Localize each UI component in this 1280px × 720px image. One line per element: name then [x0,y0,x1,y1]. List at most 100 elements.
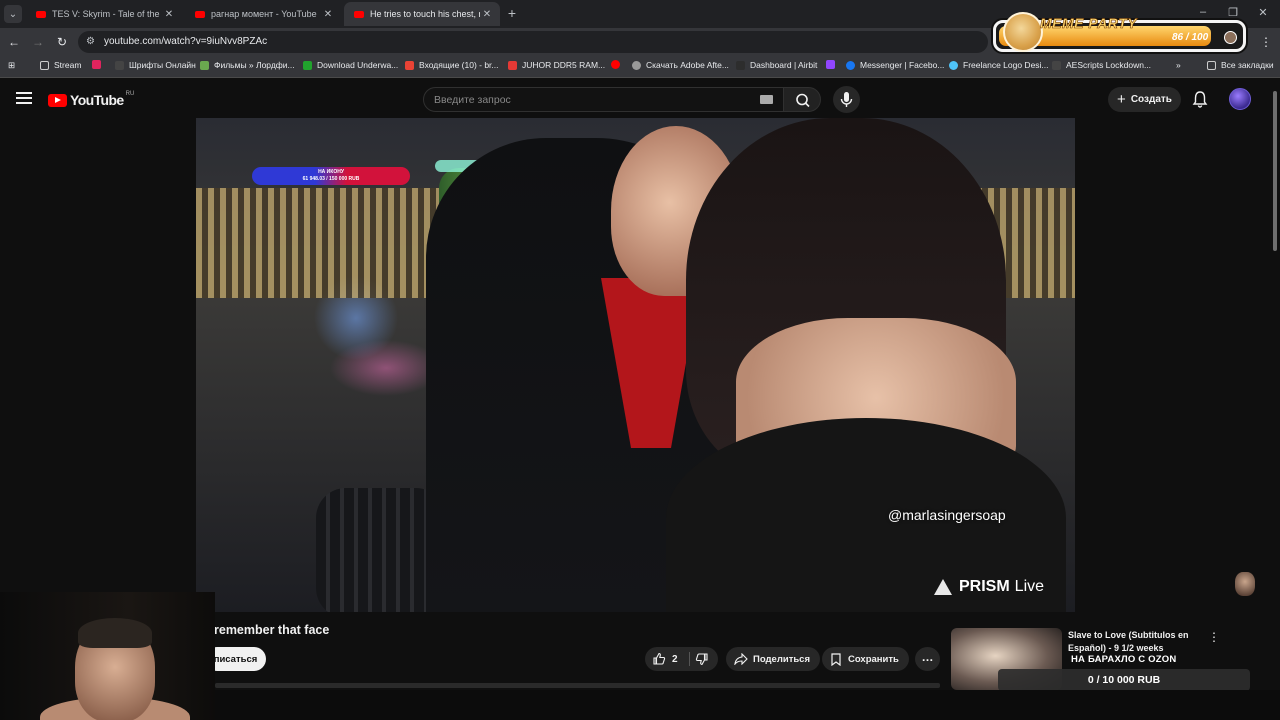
all-bookmarks-label: Все закладки [1221,60,1274,70]
bookmark-item[interactable]: Шрифты Онлайн [115,60,196,70]
tab-search-icon[interactable]: ⌄ [4,5,22,23]
streamer-webcam [0,592,215,720]
bookmark-label: Messenger | Facebo... [860,60,945,70]
bookmark-favicon-icon [949,60,958,70]
bookmark-item[interactable] [826,60,840,69]
scrollbar-thumb[interactable] [1273,91,1277,251]
watermark-handle: @marlasingersoap [888,507,1006,523]
youtube-logo[interactable]: YouTube RU [48,91,135,108]
site-info-icon[interactable]: ⚙ [86,36,95,47]
browser-tab[interactable]: TES V: Skyrim - Tale of the Tongues ✕ [26,2,182,26]
prism-logo-icon [934,579,952,595]
address-bar[interactable]: ⚙ youtube.com/watch?v=9iuNvv8PZAc [78,31,988,53]
recommended-video-menu-icon[interactable]: ⋮ [1208,630,1220,644]
bookmark-item[interactable]: Messenger | Facebo... [846,60,944,70]
bookmark-label: Шрифты Онлайн [129,60,196,70]
reload-icon[interactable]: ↻ [54,34,70,50]
back-icon[interactable]: ← [6,34,22,50]
search-button[interactable] [783,87,821,112]
folder-icon [1207,60,1216,70]
tab-title: рагнар момент - YouTube [211,9,317,19]
bookmark-favicon-icon [508,60,517,70]
page-bottom [215,690,1280,720]
webcam-hair [78,618,152,648]
bookmark-favicon-icon [115,60,124,70]
bookmark-label: Freelance Logo Desi... [963,60,1049,70]
close-tab-icon[interactable]: ✕ [162,9,176,20]
notifications-bell-icon[interactable] [1192,90,1208,108]
bookmark-item[interactable]: JUHOR DDR5 RAM... [508,60,605,70]
like-icon[interactable] [652,652,666,666]
bookmark-item[interactable] [611,60,625,69]
search-input[interactable]: Введите запрос [423,87,784,112]
restore-icon[interactable]: ❐ [1218,6,1248,19]
share-label: Поделиться [753,653,811,665]
region-code: RU [125,91,135,97]
bookmark-item[interactable]: AEScripts Lockdown... [1052,60,1151,70]
bookmark-favicon-icon [632,60,641,70]
folder-icon [40,60,49,70]
share-icon [734,653,748,665]
save-button[interactable]: Сохранить [822,647,909,671]
plus-icon: + [1117,91,1126,108]
twitch-icon [826,60,835,69]
forward-icon[interactable]: → [30,34,46,50]
like-dislike-group: 2 [645,647,718,671]
close-tab-icon[interactable]: ✕ [480,9,494,20]
youtube-wordmark: YouTube [70,92,124,108]
page-scrollbar[interactable] [1270,79,1280,690]
bookmark-item[interactable]: Download Underwa... [303,60,398,70]
voice-search-button[interactable] [833,86,860,113]
tab-title: He tries to touch his chest, remember th… [370,9,480,19]
create-button[interactable]: + Создать [1108,87,1181,112]
keyboard-icon[interactable] [760,95,773,104]
bookmark-favicon-icon [200,60,209,70]
bookmark-item[interactable]: Stream [40,60,81,70]
bookmark-item[interactable] [92,60,106,69]
microphone-icon [840,92,853,107]
bookmark-item[interactable]: Входящие (10) - br... [405,60,499,70]
tab-title: TES V: Skyrim - Tale of the Tongues [52,9,162,19]
all-bookmarks[interactable]: Все закладки [1207,60,1274,70]
minimize-icon[interactable]: – [1188,6,1218,18]
close-tab-icon[interactable]: ✕ [321,9,335,20]
apps-grid-icon[interactable]: ⊞ [8,60,15,71]
browser-menu-icon[interactable]: ⋮ [1258,34,1274,50]
save-icon [831,652,841,666]
bookmark-label: JUHOR DDR5 RAM... [522,60,606,70]
url-text: youtube.com/watch?v=9iuNvv8PZAc [104,36,268,47]
share-button[interactable]: Поделиться [726,647,821,671]
new-tab-icon[interactable]: + [505,5,519,21]
account-avatar[interactable] [1229,88,1251,110]
bookmark-item[interactable]: Скачать Adobe Afte... [632,60,729,70]
youtube-favicon-icon [195,10,205,18]
doge-icon [1003,12,1043,52]
youtube-favicon-icon [354,10,364,18]
bookmark-favicon-icon [736,60,745,70]
more-actions-button[interactable]: … [915,647,940,671]
donation-goal-amount: 61 948.03 / 150 000 RUB [302,176,360,182]
bookmark-item[interactable]: Dashboard | Airbit [736,60,817,70]
close-window-icon[interactable]: ✕ [1248,6,1278,19]
ozon-goal-amount: 0 / 10 000 RUB [998,669,1250,691]
youtube-favicon-icon [611,60,620,69]
create-label: Создать [1130,94,1172,105]
bookmark-item[interactable]: Фильмы » Лордфи... [200,60,295,70]
prism-live-text: Live [1014,578,1045,595]
dislike-icon[interactable] [695,652,709,666]
prism-live-watermark: PRISM Live [934,578,1044,596]
more-bookmarks-icon[interactable]: » [1176,60,1181,70]
recommended-video-title[interactable]: Slave to Love (Subtitulos en Español) - … [1068,629,1198,655]
browser-tab[interactable]: рагнар момент - YouTube ✕ [185,2,341,26]
bookmark-item[interactable]: Freelance Logo Desi... [949,60,1049,70]
search-placeholder: Введите запрос [434,94,511,106]
description-box-edge [215,683,940,688]
bookmark-label: AEScripts Lockdown... [1066,60,1152,70]
donation-goal-bar: НА ИКОНУ 61 948.03 / 150 000 RUB [252,167,410,185]
bookmark-label: Фильмы » Лордфи... [214,60,295,70]
video-player[interactable]: НА ИКОНУ 61 948.03 / 150 000 RUB @marlas… [196,118,1075,612]
like-count: 2 [672,653,678,665]
bookmark-favicon-icon [92,60,101,69]
browser-tab-active[interactable]: He tries to touch his chest, remember th… [344,2,500,26]
menu-icon[interactable] [16,92,32,105]
